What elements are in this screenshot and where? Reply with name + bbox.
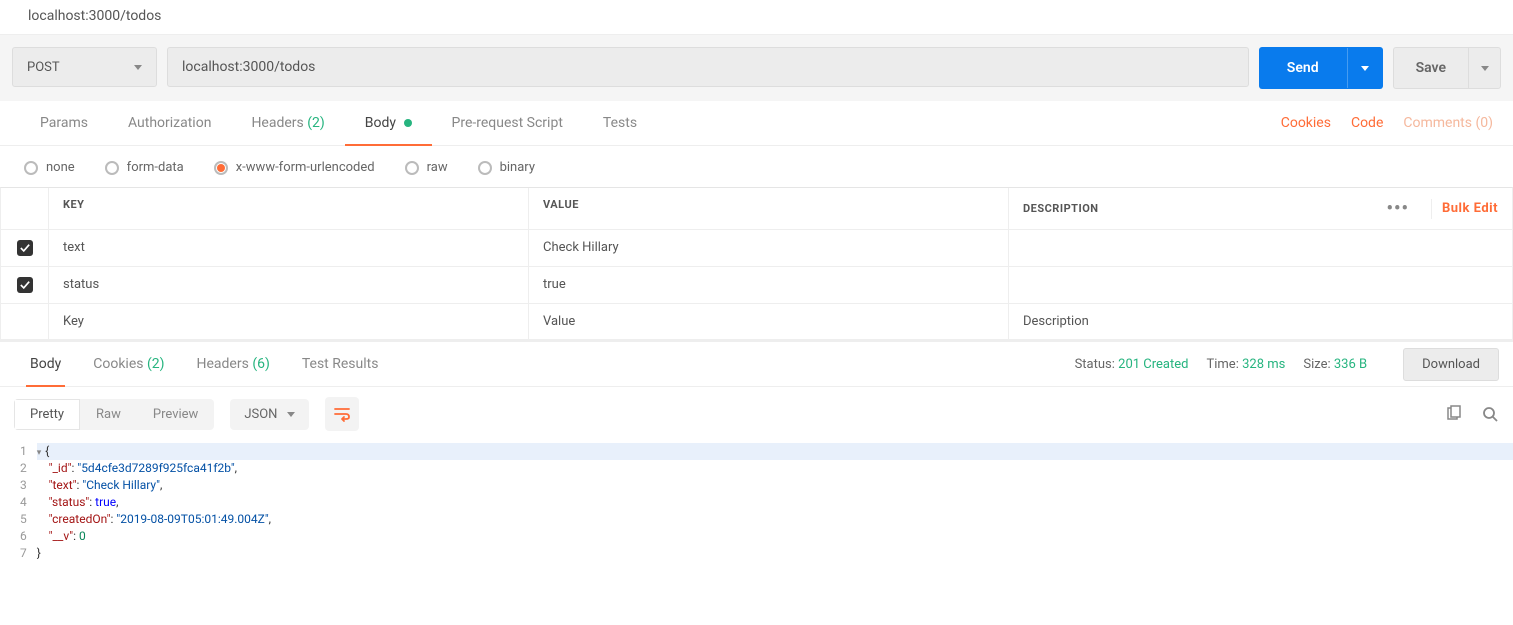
tab-params[interactable]: Params (20, 101, 108, 145)
response-bar: Body Cookies (2) Headers (6) Test Result… (0, 341, 1513, 387)
cookies-link[interactable]: Cookies (1281, 115, 1331, 131)
code-link[interactable]: Code (1351, 115, 1383, 131)
chevron-down-icon (134, 65, 142, 70)
key-cell[interactable]: status (49, 267, 529, 303)
size-label: Size: (1303, 357, 1330, 372)
body-type-raw[interactable]: raw (405, 160, 448, 175)
chevron-down-icon (1481, 66, 1489, 71)
kv-header-value: VALUE (529, 188, 1009, 229)
status-value: 201 Created (1118, 357, 1188, 372)
resp-tab-body[interactable]: Body (14, 342, 77, 386)
radio-icon (405, 161, 419, 175)
request-tabs: Params Authorization Headers (2) Body Pr… (0, 101, 1513, 146)
copy-icon[interactable] (1445, 405, 1463, 423)
tab-authorization[interactable]: Authorization (108, 101, 231, 145)
view-mode-seg: Pretty Raw Preview (14, 399, 214, 430)
send-button-label: Send (1259, 48, 1347, 88)
code-lines[interactable]: ▾{ "_id": "5d4cfe3d7289f925fca41f2b", "t… (37, 441, 1513, 564)
view-preview[interactable]: Preview (137, 399, 214, 430)
type-select[interactable]: JSON (230, 399, 309, 430)
resp-tab-tests[interactable]: Test Results (286, 342, 395, 386)
save-dropdown[interactable] (1468, 48, 1500, 88)
download-button[interactable]: Download (1403, 348, 1499, 381)
send-dropdown[interactable] (1347, 48, 1383, 88)
time-label: Time: (1206, 357, 1238, 372)
dot-icon (404, 119, 412, 127)
method-select[interactable]: POST (12, 47, 157, 87)
url-display: localhost:3000/todos (0, 0, 1513, 35)
body-type-binary[interactable]: binary (478, 160, 535, 175)
size-value: 336 B (1334, 357, 1367, 372)
body-type-none[interactable]: none (24, 160, 75, 175)
value-cell[interactable]: Check Hillary (529, 230, 1009, 266)
kv-header-key: KEY (49, 188, 529, 229)
kv-header: KEY VALUE DESCRIPTION ••• Bulk Edit (1, 188, 1512, 230)
bulk-edit-link[interactable]: Bulk Edit (1442, 201, 1498, 216)
line-gutter: 1 2 3 4 5 6 7 (0, 441, 37, 564)
value-cell[interactable]: Value (529, 304, 1009, 339)
chevron-down-icon (287, 412, 295, 417)
key-cell[interactable]: Key (49, 304, 529, 339)
view-pretty[interactable]: Pretty (14, 399, 80, 430)
viewer-bar: Pretty Raw Preview JSON (0, 387, 1513, 441)
radio-icon (105, 161, 119, 175)
desc-cell[interactable] (1009, 267, 1512, 303)
status-label: Status: (1075, 357, 1115, 372)
method-label: POST (27, 60, 60, 75)
table-row: status true (1, 267, 1512, 304)
tab-tests[interactable]: Tests (583, 101, 657, 145)
body-type-selector: none form-data x-www-form-urlencoded raw… (0, 146, 1513, 187)
wrap-lines-button[interactable] (325, 397, 359, 431)
key-cell[interactable]: text (49, 230, 529, 266)
wrap-icon (333, 405, 351, 423)
body-type-urlencoded[interactable]: x-www-form-urlencoded (214, 160, 375, 175)
tab-headers[interactable]: Headers (2) (231, 101, 344, 145)
radio-icon (214, 161, 228, 175)
checkbox[interactable] (17, 240, 33, 256)
url-input[interactable] (167, 47, 1249, 87)
tab-headers-label: Headers (251, 115, 303, 131)
tab-body[interactable]: Body (345, 101, 432, 145)
table-row: text Check Hillary (1, 230, 1512, 267)
time-value: 328 ms (1242, 357, 1285, 372)
tab-body-label: Body (365, 115, 396, 131)
kv-header-desc: DESCRIPTION (1023, 202, 1099, 215)
resp-tab-headers[interactable]: Headers (6) (181, 342, 286, 386)
save-button[interactable]: Save (1393, 47, 1501, 89)
kv-table: KEY VALUE DESCRIPTION ••• Bulk Edit text… (0, 187, 1513, 341)
tab-prerequest[interactable]: Pre-request Script (432, 101, 583, 145)
view-raw[interactable]: Raw (80, 399, 137, 430)
tab-headers-count: (2) (307, 115, 325, 131)
send-button[interactable]: Send (1259, 47, 1383, 89)
checkbox[interactable] (17, 277, 33, 293)
chevron-down-icon (1361, 66, 1369, 71)
resp-tab-cookies[interactable]: Cookies (2) (77, 342, 180, 386)
desc-cell[interactable]: Description (1009, 304, 1512, 339)
desc-cell[interactable] (1009, 230, 1512, 266)
body-type-formdata[interactable]: form-data (105, 160, 184, 175)
table-row-new: Key Value Description (1, 304, 1512, 340)
response-body: 1 2 3 4 5 6 7 ▾{ "_id": "5d4cfe3d7289f92… (0, 441, 1513, 584)
search-icon[interactable] (1481, 405, 1499, 423)
value-cell[interactable]: true (529, 267, 1009, 303)
comments-link[interactable]: Comments (0) (1403, 115, 1493, 131)
save-button-label: Save (1394, 48, 1468, 88)
more-icon[interactable]: ••• (1387, 198, 1421, 219)
radio-icon (24, 161, 38, 175)
request-bar: POST Send Save (0, 35, 1513, 101)
radio-icon (478, 161, 492, 175)
